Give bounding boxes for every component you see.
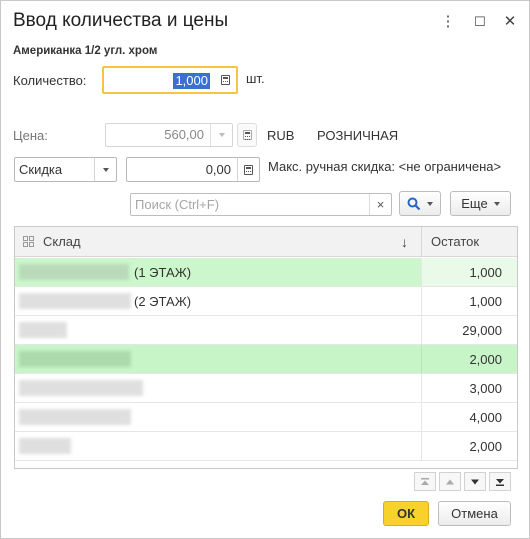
redacted-text xyxy=(19,293,131,309)
scroll-up-icon xyxy=(446,479,454,484)
price-dropdown-icon xyxy=(210,124,232,146)
table-row[interactable]: 3,000 xyxy=(15,374,517,403)
search-dropdown-icon xyxy=(427,201,433,206)
row-balance: 29,000 xyxy=(462,323,502,338)
more-menu-icon[interactable]: ⋮ xyxy=(439,13,457,31)
quantity-label: Количество: xyxy=(13,73,87,88)
table-settings-icon[interactable] xyxy=(23,236,35,248)
price-field: 560,00 xyxy=(105,123,233,147)
magnifier-icon xyxy=(407,197,421,210)
redacted-text xyxy=(19,438,71,454)
column-balance[interactable]: Остаток xyxy=(431,227,479,257)
quantity-unit: шт. xyxy=(246,71,265,86)
discount-type-select[interactable]: Скидка xyxy=(14,157,117,182)
redacted-text xyxy=(19,264,129,280)
warehouse-table[interactable]: Склад ↓ Остаток (1 ЭТАЖ) 1,000 (2 ЭТАЖ) … xyxy=(14,226,518,469)
price-type-label: РОЗНИЧНАЯ xyxy=(317,128,399,143)
scroll-up-button[interactable] xyxy=(439,472,461,491)
window-title: Ввод количества и цены xyxy=(13,10,229,31)
calculator-icon[interactable] xyxy=(214,68,236,92)
product-name: Американка 1/2 угл. хром xyxy=(13,45,158,57)
more-button[interactable]: Еще xyxy=(450,191,511,216)
discount-amount-field[interactable]: 0,00 xyxy=(126,157,260,182)
row-balance: 4,000 xyxy=(469,410,502,425)
dialog-window: Ввод количества и цены ⋮ ☐ ✕ Американка … xyxy=(0,0,530,539)
discount-type-value: Скидка xyxy=(19,162,63,177)
row-name: (2 ЭТАЖ) xyxy=(134,294,192,309)
table-row[interactable]: 2,000 xyxy=(15,345,517,374)
quantity-value[interactable]: 1,000 xyxy=(173,73,210,89)
currency-label: RUB xyxy=(267,128,295,143)
redacted-text xyxy=(19,322,67,338)
scroll-first-icon xyxy=(421,477,429,485)
row-balance: 2,000 xyxy=(469,352,502,367)
redacted-text xyxy=(19,351,131,367)
row-name: (1 ЭТАЖ) xyxy=(134,265,192,280)
maximize-icon[interactable]: ☐ xyxy=(471,13,489,31)
more-button-label: Еще xyxy=(461,196,488,211)
table-row[interactable]: 2,000 xyxy=(15,432,517,461)
table-row[interactable]: (2 ЭТАЖ) 1,000 xyxy=(15,287,517,316)
ok-button[interactable]: ОК xyxy=(383,501,429,526)
redacted-text xyxy=(19,409,131,425)
clear-search-icon[interactable]: × xyxy=(369,194,391,215)
scroll-down-icon xyxy=(471,479,479,484)
table-row[interactable]: (1 ЭТАЖ) 1,000 xyxy=(15,258,517,287)
quantity-field[interactable]: 1,000 xyxy=(102,66,238,94)
search-input[interactable] xyxy=(131,194,367,215)
scroll-first-button[interactable] xyxy=(414,472,436,491)
search-button[interactable] xyxy=(399,191,441,216)
price-value: 560,00 xyxy=(164,127,204,142)
cancel-button[interactable]: Отмена xyxy=(438,501,511,526)
more-dropdown-icon xyxy=(493,201,500,206)
price-label: Цена: xyxy=(13,128,48,143)
close-icon[interactable]: ✕ xyxy=(501,13,519,31)
redacted-text xyxy=(19,380,143,396)
table-row[interactable]: 29,000 xyxy=(15,316,517,345)
scroll-down-button[interactable] xyxy=(464,472,486,491)
search-box[interactable]: × xyxy=(130,193,392,216)
price-calculator-icon xyxy=(237,123,257,147)
scroll-last-icon xyxy=(496,478,504,486)
row-balance: 1,000 xyxy=(469,294,502,309)
column-warehouse[interactable]: Склад xyxy=(43,227,81,257)
row-balance: 1,000 xyxy=(469,265,502,280)
row-balance: 3,000 xyxy=(469,381,502,396)
table-row[interactable]: 4,000 xyxy=(15,403,517,432)
scroll-last-button[interactable] xyxy=(489,472,511,491)
row-balance: 2,000 xyxy=(469,439,502,454)
sort-arrow-icon[interactable]: ↓ xyxy=(401,227,408,257)
table-header: Склад ↓ Остаток xyxy=(15,227,517,257)
chevron-down-icon[interactable] xyxy=(94,158,116,181)
max-discount-text: Макс. ручная скидка: <не ограничена> xyxy=(268,159,502,174)
discount-calculator-icon[interactable] xyxy=(237,158,259,181)
discount-amount[interactable]: 0,00 xyxy=(206,158,231,181)
